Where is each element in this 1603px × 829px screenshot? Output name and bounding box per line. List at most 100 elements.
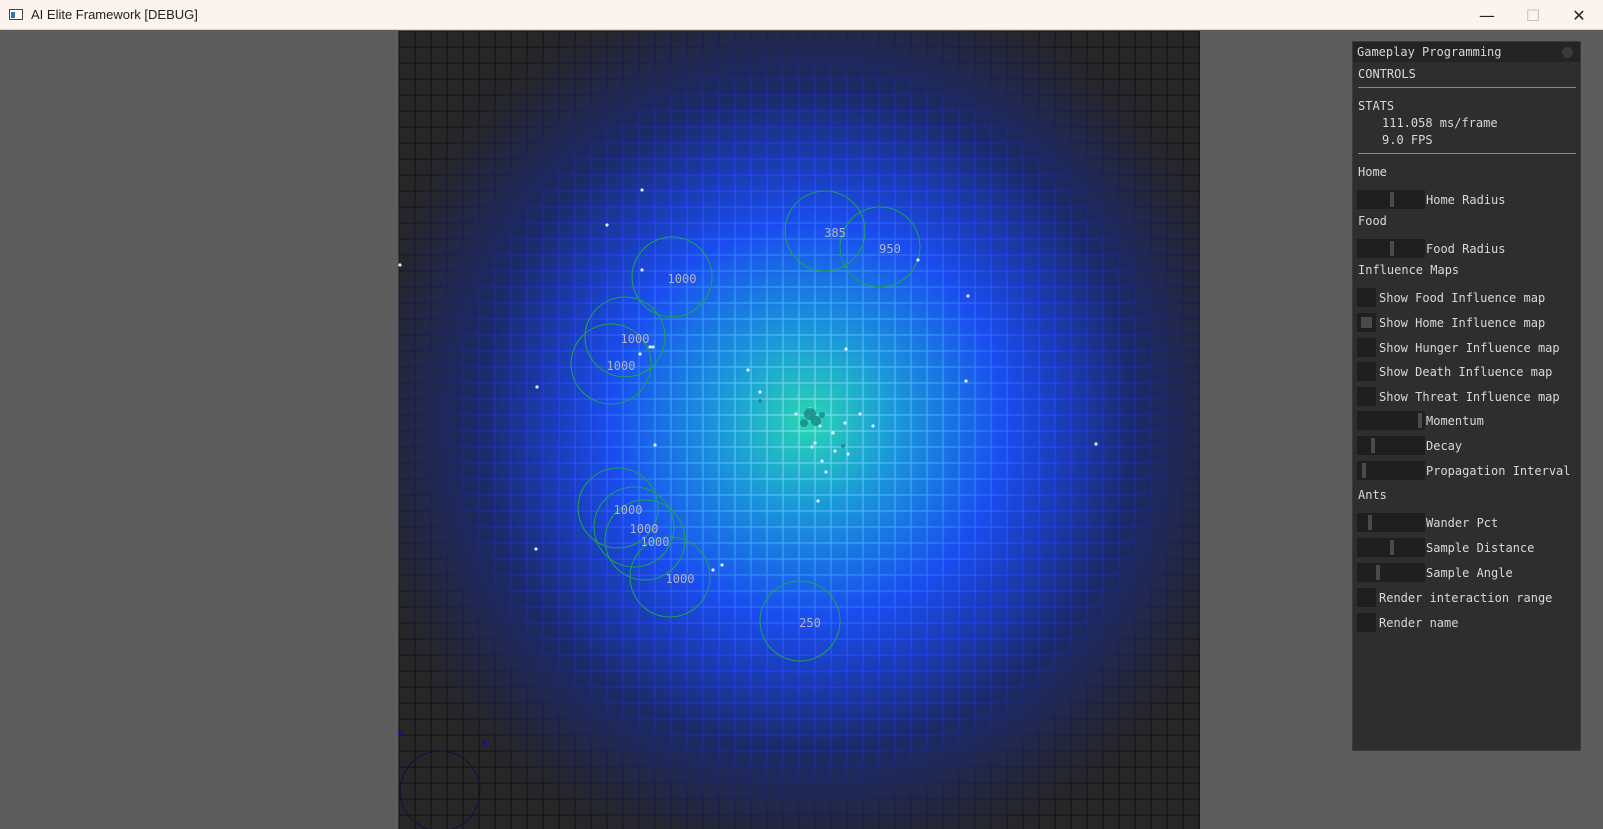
show-hunger-influence-label: Show Hunger Influence map bbox=[1379, 341, 1560, 355]
food-amount-label: 1000 bbox=[630, 522, 659, 536]
nest-marker bbox=[811, 416, 821, 426]
food-amount-label: 1000 bbox=[641, 535, 670, 549]
panel-header[interactable]: Gameplay Programming bbox=[1353, 42, 1580, 62]
sample-distance-slider[interactable] bbox=[1357, 538, 1425, 557]
food-amount-label: 1000 bbox=[614, 503, 643, 517]
slider-grab[interactable] bbox=[1417, 413, 1422, 428]
show-hunger-influence-checkbox[interactable] bbox=[1357, 338, 1376, 357]
food-amount-label: 1000 bbox=[668, 272, 697, 286]
sample-angle-slider[interactable] bbox=[1357, 563, 1425, 582]
slider-grab[interactable] bbox=[1390, 540, 1394, 555]
gameplay-panel: Gameplay Programming CONTROLS STATS 111.… bbox=[1352, 41, 1581, 751]
ant-agent bbox=[846, 452, 850, 456]
momentum-slider[interactable] bbox=[1357, 411, 1425, 430]
ant-agent bbox=[711, 568, 715, 572]
slider-grab[interactable] bbox=[1376, 565, 1381, 580]
render-name-checkbox[interactable] bbox=[1357, 613, 1376, 632]
slider-grab[interactable] bbox=[1368, 515, 1373, 530]
wander-pct-slider[interactable] bbox=[1357, 513, 1425, 532]
show-food-influence-checkbox[interactable] bbox=[1357, 288, 1376, 307]
slider-grab[interactable] bbox=[1371, 438, 1376, 453]
collapse-icon[interactable] bbox=[1562, 47, 1573, 58]
nest-marker bbox=[758, 399, 762, 403]
momentum-label: Momentum bbox=[1426, 414, 1484, 428]
render-interaction-range-checkbox[interactable] bbox=[1357, 588, 1376, 607]
food-amount-label: 1000 bbox=[621, 332, 650, 346]
food-amount-label: 250 bbox=[799, 616, 821, 630]
nest-marker bbox=[819, 412, 825, 418]
ant-agent bbox=[820, 459, 824, 463]
ant-agent bbox=[813, 441, 817, 445]
propagation-interval-slider[interactable] bbox=[1357, 461, 1425, 480]
food-amount-label: 385 bbox=[824, 226, 846, 240]
ant-agent bbox=[758, 390, 762, 394]
ant-agent bbox=[844, 347, 848, 351]
home-radius-slider[interactable] bbox=[1357, 190, 1425, 209]
slider-grab[interactable] bbox=[1390, 241, 1394, 256]
ant-agent bbox=[720, 563, 724, 567]
home-header: Home bbox=[1358, 165, 1387, 179]
slider-grab[interactable] bbox=[1362, 463, 1367, 478]
ant-agent bbox=[824, 470, 828, 474]
separator bbox=[1358, 153, 1576, 154]
ant-agent bbox=[398, 263, 402, 267]
ant-agent bbox=[843, 421, 847, 425]
render-name-label: Render name bbox=[1379, 616, 1459, 630]
show-death-influence-label: Show Death Influence map bbox=[1379, 365, 1553, 379]
home-marker bbox=[398, 731, 402, 735]
food-header: Food bbox=[1358, 214, 1387, 228]
decay-label: Decay bbox=[1426, 439, 1463, 453]
food-amount-label: 1000 bbox=[607, 359, 636, 373]
render-interaction-range-label: Render interaction range bbox=[1379, 591, 1553, 605]
ants-header: Ants bbox=[1358, 488, 1387, 502]
ant-agent bbox=[640, 188, 644, 192]
slider-grab[interactable] bbox=[1390, 192, 1394, 207]
home-radius-label: Home Radius bbox=[1426, 193, 1506, 207]
window-title: AI Elite Framework [DEBUG] bbox=[31, 7, 198, 22]
ant-agent bbox=[746, 368, 750, 372]
sample-angle-label: Sample Angle bbox=[1426, 566, 1513, 580]
maximize-button[interactable]: ☐ bbox=[1510, 0, 1556, 30]
panel-title: Gameplay Programming bbox=[1357, 45, 1502, 59]
show-home-influence-label: Show Home Influence map bbox=[1379, 316, 1546, 330]
ant-agent bbox=[1094, 442, 1098, 446]
sample-distance-label: Sample Distance bbox=[1426, 541, 1535, 555]
ant-agent bbox=[816, 499, 820, 503]
ant-agent bbox=[653, 443, 657, 447]
food-radius-label: Food Radius bbox=[1426, 242, 1506, 256]
ant-agent bbox=[871, 424, 875, 428]
ant-agent bbox=[794, 412, 798, 416]
food-amount-label: 1000 bbox=[666, 572, 695, 586]
ant-agent bbox=[964, 379, 968, 383]
ant-agent bbox=[810, 445, 814, 449]
close-button[interactable]: ✕ bbox=[1556, 0, 1602, 30]
show-home-influence-checkbox[interactable] bbox=[1357, 313, 1376, 332]
ant-agent bbox=[638, 352, 642, 356]
show-threat-influence-checkbox[interactable] bbox=[1357, 387, 1376, 406]
ant-agent bbox=[651, 345, 655, 349]
app-icon bbox=[9, 9, 23, 20]
show-food-influence-label: Show Food Influence map bbox=[1379, 291, 1546, 305]
ant-agent bbox=[966, 294, 970, 298]
ms-per-frame: 111.058 ms/frame bbox=[1382, 116, 1498, 130]
food-radius-slider[interactable] bbox=[1357, 239, 1425, 258]
ant-agent bbox=[916, 258, 920, 262]
ant-agent bbox=[534, 547, 538, 551]
show-threat-influence-label: Show Threat Influence map bbox=[1379, 390, 1560, 404]
stats-header[interactable]: STATS bbox=[1358, 99, 1394, 113]
ant-agent bbox=[640, 268, 644, 272]
influence-maps-header: Influence Maps bbox=[1358, 263, 1460, 277]
fps-readout: 9.0 FPS bbox=[1382, 133, 1433, 147]
minimize-button[interactable]: — bbox=[1464, 0, 1510, 30]
decay-slider[interactable] bbox=[1357, 436, 1425, 455]
nest-marker bbox=[841, 444, 845, 448]
ant-agent bbox=[833, 449, 837, 453]
nest-marker bbox=[800, 419, 808, 427]
window-title-bar: AI Elite Framework [DEBUG] — ☐ ✕ bbox=[0, 0, 1603, 30]
wander-pct-label: Wander Pct bbox=[1426, 516, 1499, 530]
ant-agent bbox=[535, 385, 539, 389]
show-death-influence-checkbox[interactable] bbox=[1357, 362, 1376, 381]
ant-agent bbox=[605, 223, 609, 227]
ant-agent bbox=[831, 431, 835, 435]
controls-header[interactable]: CONTROLS bbox=[1358, 67, 1416, 81]
